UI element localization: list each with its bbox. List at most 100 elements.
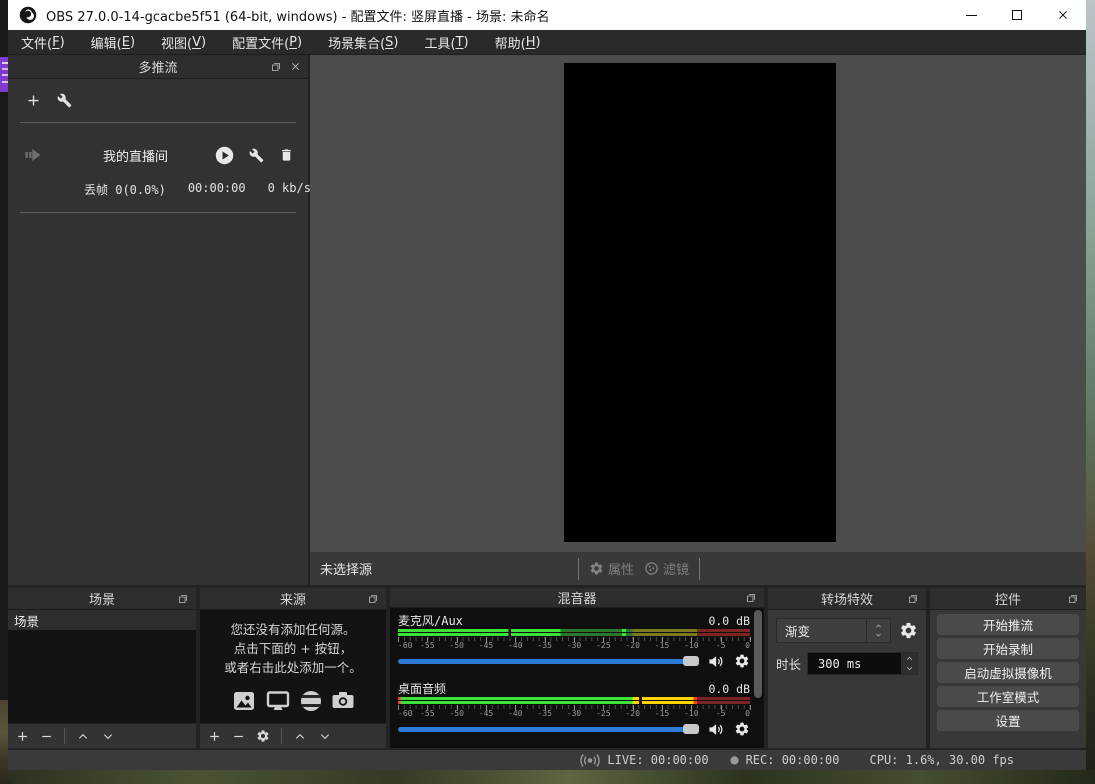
mute-speaker-button[interactable] (707, 721, 726, 738)
channel-settings-gear-button[interactable] (734, 653, 750, 669)
mixer-dock-title: 混音器 (390, 588, 764, 607)
db-tick-label: -35 (537, 641, 551, 650)
db-tick-label: -35 (537, 709, 551, 718)
desktop-wallpaper-right (1086, 0, 1095, 784)
db-tick-label: -30 (567, 709, 581, 718)
transition-select-spinner[interactable] (866, 619, 890, 642)
close-button[interactable] (1040, 0, 1086, 30)
dock-float-icon[interactable] (1067, 593, 1079, 605)
window-title: OBS 27.0.0-14-gcacbe5f51 (64-bit, window… (46, 6, 550, 25)
multistream-settings-wrench-icon[interactable] (57, 93, 72, 108)
dock-float-icon[interactable] (177, 593, 189, 605)
multistream-dock-title: 多推流 (8, 57, 308, 76)
menu-item-f[interactable]: 文件(F) (8, 30, 78, 54)
scene-move-up-button[interactable] (76, 731, 90, 742)
db-tick-label: -60 (398, 709, 412, 718)
stream-dropped-frames: 丢帧 0(0.0%) (84, 181, 166, 198)
properties-button[interactable]: 属性 (589, 559, 634, 578)
db-tick-label: -50 (449, 641, 463, 650)
add-scene-button[interactable] (16, 730, 29, 743)
maximize-button[interactable] (994, 0, 1040, 30)
duration-spinbox[interactable]: 300 ms (807, 652, 918, 675)
remove-source-button[interactable] (232, 730, 245, 743)
menu-item-v[interactable]: 视图(V) (148, 30, 219, 54)
divider (20, 212, 296, 213)
properties-label: 属性 (608, 559, 634, 578)
menu-item-t[interactable]: 工具(T) (412, 30, 482, 54)
db-tick-label: -55 (420, 709, 434, 718)
control-button-0[interactable]: 开始推流 (937, 614, 1079, 635)
volume-slider[interactable] (398, 719, 699, 739)
dock-float-icon[interactable] (270, 61, 282, 73)
transition-select[interactable]: 渐变 (776, 618, 891, 643)
filters-button[interactable]: 滤镜 (644, 559, 689, 578)
sources-hint-line: 您还没有添加任何源。 (200, 619, 386, 638)
source-move-up-button[interactable] (293, 731, 307, 742)
scene-list-item[interactable]: 场景 (8, 610, 196, 630)
divider (281, 728, 282, 744)
vu-meter-right (398, 633, 750, 636)
mixer-scrollbar-handle[interactable] (754, 610, 762, 698)
mixer-dock: 混音器 麦克风/Aux 0.0 dB -60-55-50-45-40-35-30… (390, 588, 764, 748)
mixer-scrollbar[interactable] (753, 608, 763, 748)
add-source-button[interactable] (208, 730, 221, 743)
display-source-icon (263, 689, 293, 713)
menu-item-p[interactable]: 配置文件(P) (219, 30, 315, 54)
scene-move-down-button[interactable] (101, 731, 115, 742)
filters-label: 滤镜 (663, 559, 689, 578)
transition-settings-gear-button[interactable] (899, 621, 918, 640)
duration-label: 时长 (776, 654, 801, 673)
db-tick-label: -40 (508, 641, 522, 650)
stream-time: 00:00:00 (188, 181, 246, 198)
rec-time: REC: 00:00:00 (746, 753, 840, 767)
sources-empty-area[interactable]: 您还没有添加任何源。点击下面的 + 按钮，或者右击此处添加一个。 (200, 610, 386, 723)
db-tick-label: -10 (684, 641, 698, 650)
minimize-button[interactable] (948, 0, 994, 30)
divider (699, 558, 700, 580)
stream-name: 我的直播间 (103, 146, 168, 165)
minimize-icon (966, 15, 977, 16)
db-scale: -60-55-50-45-40-35-30-25-20-15-10-50 (398, 705, 750, 718)
channel-db-value: 0.0 dB (708, 682, 750, 696)
controls-dock-title: 控件 (930, 589, 1086, 608)
volume-slider-fill (398, 659, 691, 664)
stream-delete-button[interactable] (279, 147, 294, 163)
control-button-3[interactable]: 工作室模式 (937, 686, 1079, 707)
audio-channel-desktop: 桌面音频 0.0 dB -60-55-50-45-40-35-30-25-20-… (398, 680, 750, 739)
control-button-1[interactable]: 开始录制 (937, 638, 1079, 659)
sources-dock: 来源 您还没有添加任何源。点击下面的 + 按钮，或者右击此处添加一个。 (200, 588, 386, 748)
vu-meter-left (398, 697, 750, 700)
sources-hint-line: 点击下面的 + 按钮， (200, 638, 386, 657)
desktop-wallpaper-bottom (0, 770, 1095, 784)
add-stream-button[interactable] (26, 93, 41, 108)
remove-scene-button[interactable] (40, 730, 53, 743)
volume-slider[interactable] (398, 651, 699, 671)
channel-settings-gear-button[interactable] (734, 721, 750, 737)
volume-slider-handle[interactable] (683, 656, 699, 666)
scene-list: 场景 (8, 610, 196, 723)
control-button-4[interactable]: 设置 (937, 710, 1079, 731)
dock-float-icon[interactable] (907, 593, 919, 605)
mute-speaker-button[interactable] (707, 653, 726, 670)
menu-item-h[interactable]: 帮助(H) (482, 30, 554, 54)
dock-float-icon[interactable] (367, 593, 379, 605)
volume-slider-handle[interactable] (683, 724, 699, 734)
menu-item-e[interactable]: 编辑(E) (78, 30, 148, 54)
scenes-dock-title: 场景 (8, 589, 196, 608)
source-properties-gear-button[interactable] (256, 729, 270, 743)
source-move-down-button[interactable] (318, 731, 332, 742)
duration-value: 300 ms (808, 657, 901, 671)
desktop: OBS 27.0.0-14-gcacbe5f51 (64-bit, window… (0, 0, 1095, 784)
dock-close-icon[interactable] (290, 61, 301, 72)
db-tick-label: 0 (745, 641, 750, 650)
duration-increment-button[interactable] (904, 655, 915, 662)
duration-decrement-button[interactable] (904, 665, 915, 672)
db-tick-label: -15 (655, 709, 669, 718)
preview-canvas (564, 63, 836, 542)
control-button-2[interactable]: 启动虚拟摄像机 (937, 662, 1079, 683)
stream-edit-wrench-button[interactable] (249, 148, 264, 163)
menu-item-s[interactable]: 场景集合(S) (315, 30, 411, 54)
no-source-label: 未选择源 (310, 559, 372, 578)
dock-float-icon[interactable] (745, 592, 757, 604)
stream-play-button[interactable] (215, 146, 234, 165)
